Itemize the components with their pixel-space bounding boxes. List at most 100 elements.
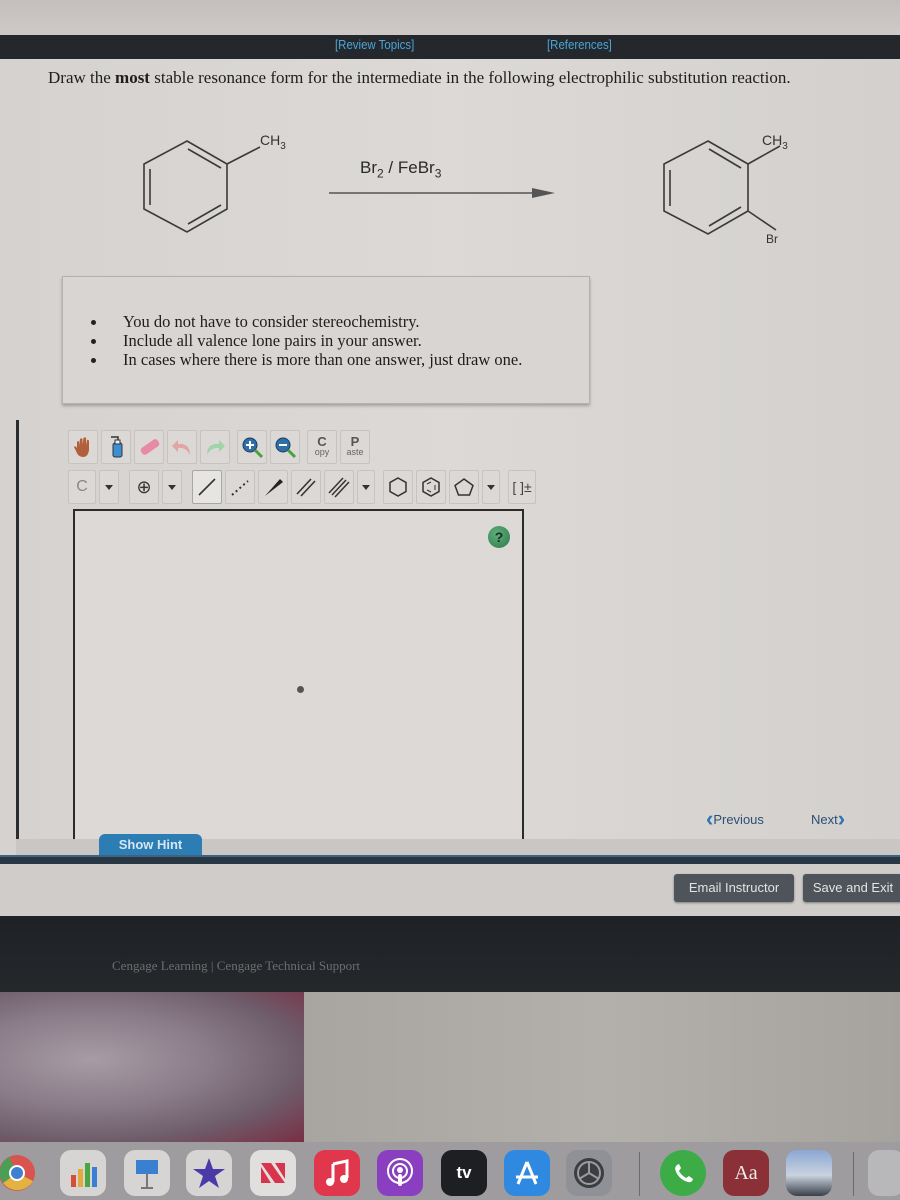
bond-dropdown[interactable] xyxy=(357,470,375,504)
browser-top-area xyxy=(0,0,900,37)
hand-tool-button[interactable] xyxy=(68,430,98,464)
cyclopentane-button[interactable] xyxy=(449,470,479,504)
question-text: Draw the most stable resonance form for … xyxy=(48,68,791,87)
instruction-item: You do not have to consider stereochemis… xyxy=(91,312,522,331)
chevron-left-icon: ‹ xyxy=(706,806,714,831)
save-and-exit-button[interactable]: Save and Exit xyxy=(803,874,900,902)
toolbar-row-2: C ⊕ [ ]± xyxy=(68,470,539,506)
bullet-icon xyxy=(91,358,96,363)
chevron-down-icon xyxy=(168,484,176,490)
reaction-drawing xyxy=(143,140,781,235)
bracket-charge-button[interactable]: [ ]± xyxy=(508,470,536,504)
imovie-app-icon[interactable] xyxy=(186,1150,232,1196)
methyl-bond xyxy=(226,146,261,165)
system-preferences-icon[interactable] xyxy=(566,1150,612,1196)
desktop-wallpaper-thumbnail xyxy=(0,992,304,1142)
drawing-canvas[interactable] xyxy=(73,509,524,846)
dictionary-app-icon[interactable]: Aa xyxy=(723,1150,769,1196)
whatsapp-icon[interactable] xyxy=(660,1150,706,1196)
news-app-icon[interactable] xyxy=(250,1150,296,1196)
dock-separator xyxy=(639,1152,640,1196)
benzene-icon xyxy=(422,477,440,497)
show-hint-button[interactable]: Show Hint xyxy=(99,834,202,856)
bullet-icon xyxy=(91,320,96,325)
references-link[interactable]: [References] xyxy=(547,37,612,52)
element-selector-button[interactable]: C xyxy=(68,470,96,504)
question-emphasis: most xyxy=(115,68,150,87)
screen-speck xyxy=(297,686,304,693)
product-br-label: Br xyxy=(766,232,778,246)
trash-icon[interactable] xyxy=(868,1150,900,1196)
product-benzene-ring xyxy=(663,140,781,235)
lasso-tool-button[interactable] xyxy=(101,430,131,464)
review-topics-link[interactable]: [Review Topics] xyxy=(335,37,414,52)
undo-button[interactable] xyxy=(167,430,197,464)
chevron-right-icon: › xyxy=(837,806,846,831)
zoom-in-icon xyxy=(242,437,264,459)
zoom-out-icon xyxy=(275,437,297,459)
numbers-app-icon[interactable] xyxy=(60,1150,106,1196)
toolbar-row-1: Copy Paste xyxy=(68,430,373,466)
cyclohexane-icon xyxy=(389,477,407,497)
help-button[interactable]: ? xyxy=(488,526,510,548)
instruction-item: In cases where there is more than one an… xyxy=(91,350,522,369)
charge-tool-button[interactable]: ⊕ xyxy=(129,470,159,504)
chevron-down-icon xyxy=(487,484,495,490)
reaction-scheme: CH3 Br2 / FeBr3 CH3 Br xyxy=(120,122,840,262)
benzene-button[interactable] xyxy=(416,470,446,504)
instructions-list: You do not have to consider stereochemis… xyxy=(91,312,522,369)
zoom-in-button[interactable] xyxy=(237,430,267,464)
chevron-down-icon xyxy=(362,484,370,490)
music-app-icon[interactable] xyxy=(314,1150,360,1196)
cyclopentane-icon xyxy=(454,478,474,496)
hashed-bond-button[interactable] xyxy=(225,470,255,504)
hashed-bond-icon xyxy=(231,480,249,496)
redo-button[interactable] xyxy=(200,430,230,464)
podcasts-app-icon[interactable] xyxy=(377,1150,423,1196)
triple-bond-button[interactable] xyxy=(324,470,354,504)
preview-app-icon[interactable] xyxy=(786,1150,832,1196)
eraser-icon xyxy=(140,439,160,455)
header-bar: [Review Topics] [References] xyxy=(0,35,900,59)
drawing-toolbar: Copy Paste C ⊕ []± xyxy=(68,430,543,510)
element-dropdown[interactable] xyxy=(99,470,119,504)
wedge-bond-icon xyxy=(265,479,283,496)
zoom-out-button[interactable] xyxy=(270,430,300,464)
apple-tv-app-icon[interactable]: tv xyxy=(441,1150,487,1196)
double-bond-button[interactable] xyxy=(291,470,321,504)
desktop-background xyxy=(304,992,900,1142)
reactant-benzene-ring xyxy=(143,140,261,233)
chevron-down-icon xyxy=(105,484,113,490)
wash-bottle-icon xyxy=(111,436,123,458)
product-ch3-label: CH3 xyxy=(762,132,788,152)
single-bond-icon xyxy=(198,478,216,496)
bullet-icon xyxy=(91,339,96,344)
instruction-item: Include all valence lone pairs in your a… xyxy=(91,331,522,350)
email-instructor-button[interactable]: Email Instructor xyxy=(674,874,794,902)
chrome-icon[interactable] xyxy=(0,1150,40,1196)
charge-dropdown[interactable] xyxy=(162,470,182,504)
footer-links[interactable]: Cengage Learning | Cengage Technical Sup… xyxy=(112,958,360,974)
wedge-bond-button[interactable] xyxy=(258,470,288,504)
triple-bond-icon xyxy=(328,477,350,498)
cyclohexane-button[interactable] xyxy=(383,470,413,504)
reactant-ch3-label: CH3 xyxy=(260,132,286,152)
app-store-icon[interactable] xyxy=(504,1150,550,1196)
redo-icon xyxy=(207,440,225,455)
dock-separator xyxy=(853,1152,854,1196)
paste-button[interactable]: Paste xyxy=(340,430,370,464)
ring-dropdown[interactable] xyxy=(482,470,500,504)
reagent-label: Br2 / FeBr3 xyxy=(360,158,442,181)
double-bond-icon xyxy=(296,478,316,497)
window-left-edge xyxy=(0,420,19,850)
single-bond-button[interactable] xyxy=(192,470,222,504)
instructions-box: You do not have to consider stereochemis… xyxy=(62,276,590,404)
page-footer: Cengage Learning | Cengage Technical Sup… xyxy=(0,916,900,992)
undo-icon xyxy=(172,440,190,455)
previous-button[interactable]: ‹ Previous xyxy=(706,806,764,832)
next-button[interactable]: Next › xyxy=(811,806,845,832)
keynote-app-icon[interactable] xyxy=(124,1150,170,1196)
hand-icon xyxy=(74,437,89,457)
eraser-tool-button[interactable] xyxy=(134,430,164,464)
copy-button[interactable]: Copy xyxy=(307,430,337,464)
